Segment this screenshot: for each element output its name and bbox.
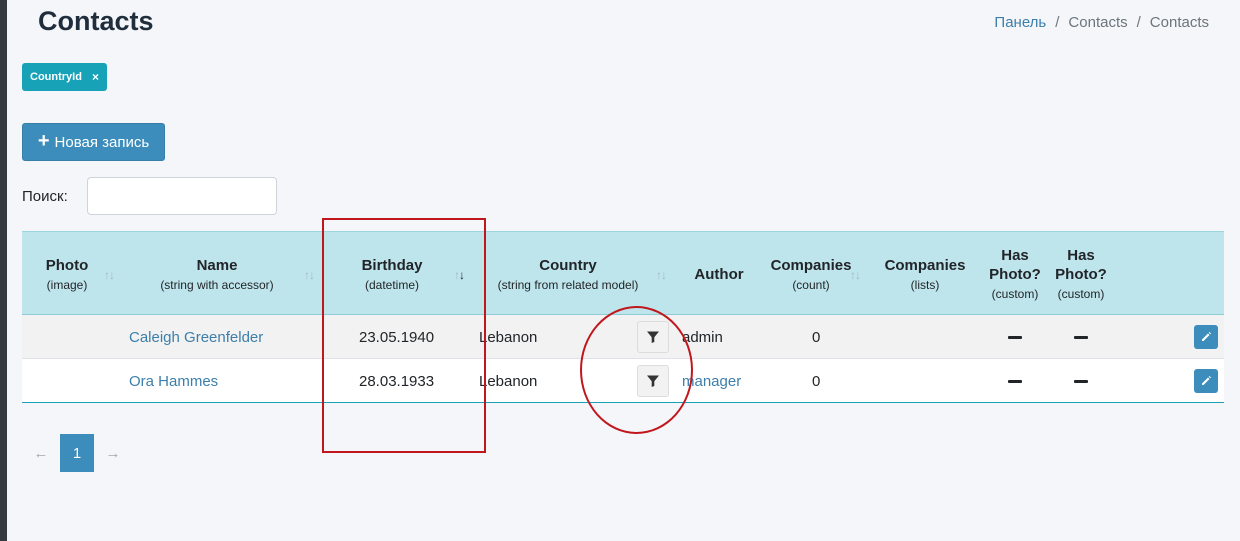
column-subtitle: (string with accessor)	[160, 277, 274, 292]
country-cell: Lebanon	[479, 328, 538, 346]
table-row: Caleigh Greenfelder 23.05.1940 Lebanon a…	[22, 315, 1224, 359]
column-title: Companies	[884, 256, 966, 274]
birthday-cell: 28.03.1933	[359, 372, 435, 390]
page-title: Contacts	[38, 6, 154, 36]
column-header-companies-lists: Companies (lists)	[878, 232, 972, 316]
contact-name-link[interactable]: Caleigh Greenfelder	[129, 315, 263, 359]
breadcrumb: Панель / Contacts / Contacts	[994, 14, 1209, 31]
breadcrumb-current: Contacts	[1149, 14, 1209, 31]
has-photo-cell-2	[1074, 359, 1088, 403]
column-header-companies-count[interactable]: Companies (count)	[764, 232, 858, 316]
column-title: Photo	[45, 256, 89, 274]
column-title: Birthday	[361, 256, 423, 274]
new-record-button[interactable]: + Новая запись	[22, 123, 165, 161]
column-subtitle: (image)	[46, 277, 88, 292]
contacts-table: Photo (image) ↑↓ Name (string with acces…	[22, 231, 1224, 403]
dash-icon	[1008, 379, 1022, 383]
column-header-has-photo: Has Photo? (custom)	[984, 232, 1046, 316]
companies-count-cell: 0	[812, 328, 821, 346]
pencil-icon	[1202, 376, 1211, 385]
column-title: Has Photo?	[989, 247, 1041, 283]
column-title: Country	[539, 256, 597, 274]
breadcrumb-separator: /	[1136, 14, 1141, 31]
search-input[interactable]	[87, 177, 277, 215]
sort-desc-icon[interactable]: ↑↓	[454, 268, 465, 282]
filter-by-country-button[interactable]	[637, 321, 669, 353]
funnel-icon	[647, 375, 659, 387]
pagination: ← 1 →	[22, 434, 132, 472]
filter-tag-remove-icon[interactable]: ×	[92, 70, 99, 84]
table-row: Ora Hammes 28.03.1933 Lebanon manager 0	[22, 359, 1224, 403]
column-header-has-photo-2: Has Photo? (custom)	[1050, 232, 1112, 316]
sort-icon[interactable]: ↑↓	[656, 268, 667, 282]
pagination-next[interactable]: →	[94, 445, 132, 462]
author-link[interactable]: manager	[682, 359, 741, 403]
column-subtitle: (datetime)	[364, 277, 420, 292]
plus-icon: +	[37, 130, 50, 152]
column-title: Has Photo?	[1055, 247, 1107, 283]
pagination-prev[interactable]: ←	[22, 445, 60, 462]
pagination-page-1[interactable]: 1	[60, 434, 94, 472]
table-header: Photo (image) ↑↓ Name (string with acces…	[22, 231, 1224, 315]
breadcrumb-separator: /	[1055, 14, 1060, 31]
contact-name-link[interactable]: Ora Hammes	[129, 359, 218, 403]
column-header-name[interactable]: Name (string with accessor)	[122, 232, 312, 316]
dash-icon	[1074, 335, 1088, 339]
column-subtitle: (custom)	[991, 287, 1039, 301]
search-label: Поиск:	[22, 188, 68, 205]
filter-by-country-button[interactable]	[637, 365, 669, 397]
has-photo-cell	[1008, 315, 1022, 359]
companies-count-cell: 0	[812, 372, 821, 390]
pencil-icon	[1202, 332, 1211, 341]
has-photo-cell-2	[1074, 315, 1088, 359]
column-subtitle: (string from related model)	[497, 277, 639, 292]
sort-icon[interactable]: ↑↓	[304, 268, 315, 282]
dash-icon	[1008, 335, 1022, 339]
column-header-birthday[interactable]: Birthday (datetime)	[322, 232, 462, 316]
column-header-country[interactable]: Country (string from related model)	[480, 232, 656, 316]
country-cell: Lebanon	[479, 372, 538, 390]
column-title: Author	[694, 265, 744, 283]
column-header-photo[interactable]: Photo (image)	[22, 232, 112, 316]
has-photo-cell	[1008, 359, 1022, 403]
edit-button[interactable]	[1194, 325, 1218, 349]
edit-button[interactable]	[1194, 369, 1218, 393]
column-subtitle: (lists)	[910, 277, 940, 292]
sort-icon[interactable]: ↑↓	[104, 268, 115, 282]
column-subtitle: (count)	[792, 277, 830, 292]
funnel-icon	[647, 331, 659, 343]
new-record-label: Новая запись	[54, 133, 150, 151]
breadcrumb-home[interactable]: Панель	[994, 14, 1046, 31]
column-title: Name	[196, 256, 238, 274]
birthday-cell: 23.05.1940	[359, 328, 435, 346]
column-title: Companies	[770, 256, 852, 274]
column-header-author: Author	[682, 232, 756, 316]
dash-icon	[1074, 379, 1088, 383]
sidebar-edge	[0, 0, 7, 541]
author-link[interactable]: admin	[682, 315, 723, 359]
filter-tag-label: CountryId	[30, 71, 82, 83]
column-subtitle: (custom)	[1057, 287, 1105, 301]
filter-tag-countryid: CountryId ×	[22, 63, 107, 91]
sort-icon[interactable]: ↑↓	[850, 268, 861, 282]
breadcrumb-item: Contacts	[1068, 14, 1128, 31]
